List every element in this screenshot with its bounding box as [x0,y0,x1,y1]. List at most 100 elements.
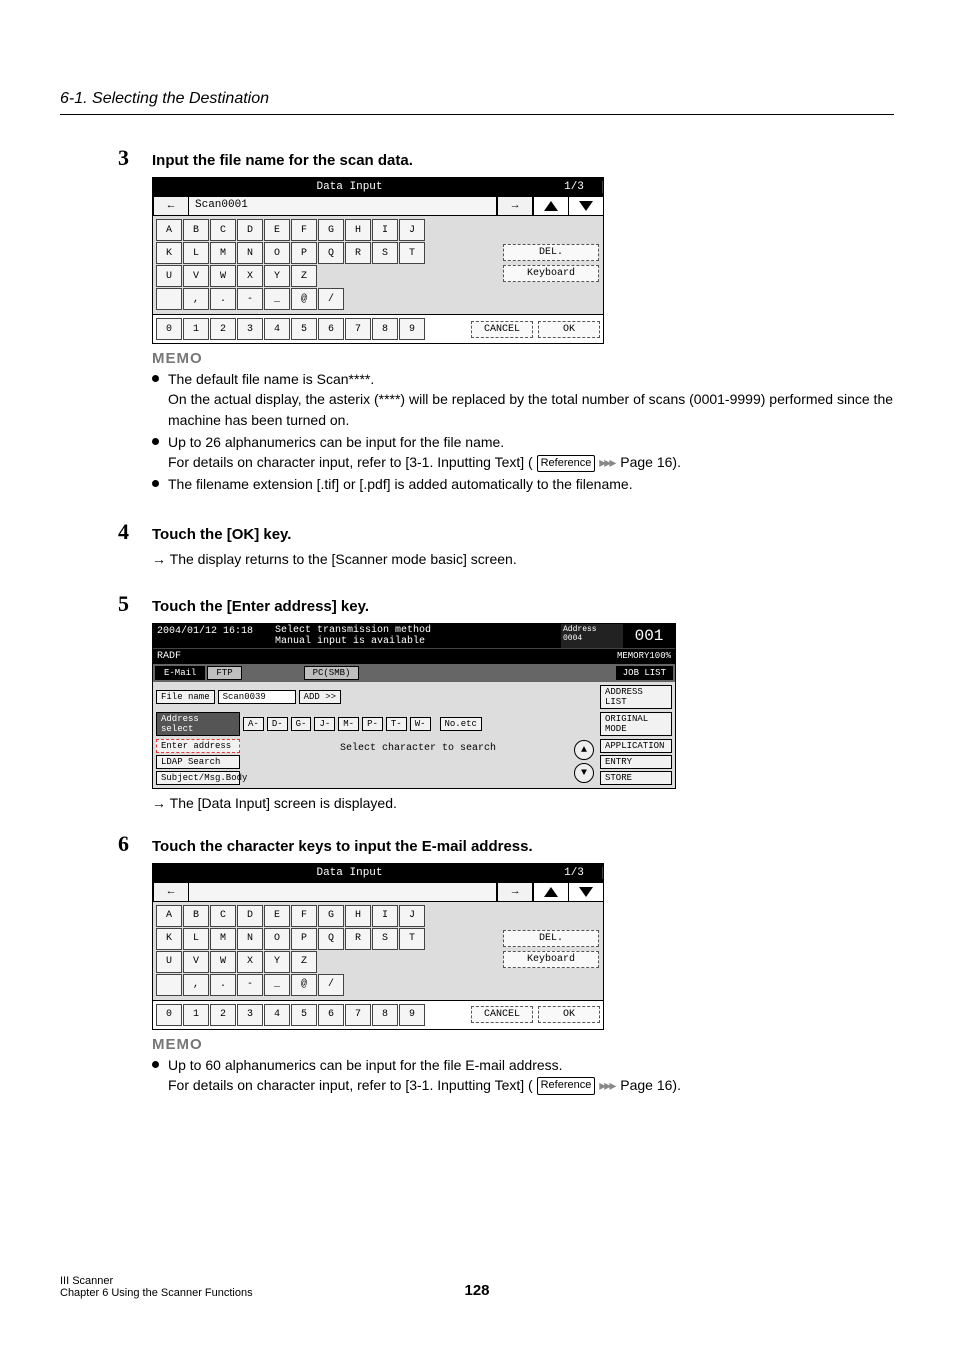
tab-ftp[interactable]: FTP [207,666,241,680]
key-d[interactable]: D [237,219,263,241]
key-y[interactable]: Y [264,265,290,287]
key-m[interactable]: M [210,928,236,950]
key-6[interactable]: 6 [318,318,344,340]
key-comma[interactable]: , [183,288,209,310]
key-7[interactable]: 7 [345,318,371,340]
key-9[interactable]: 9 [399,1004,425,1026]
key-i[interactable]: I [372,905,398,927]
key-space[interactable] [156,974,182,996]
key-dot[interactable]: . [210,974,236,996]
key-j[interactable]: J [399,219,425,241]
key-slash[interactable]: / [318,974,344,996]
key-1[interactable]: 1 [183,1004,209,1026]
key-z[interactable]: Z [291,265,317,287]
letter-key[interactable]: J- [314,717,335,731]
key-3[interactable]: 3 [237,318,263,340]
letter-key[interactable]: M- [338,717,359,731]
keyboard-button[interactable]: Keyboard [503,265,599,282]
keyboard-button[interactable]: Keyboard [503,951,599,968]
key-0[interactable]: 0 [156,1004,182,1026]
key-r[interactable]: R [345,242,371,264]
key-5[interactable]: 5 [291,1004,317,1026]
key-w[interactable]: W [210,265,236,287]
scroll-down-icon[interactable]: ▼ [574,763,594,783]
arrow-left[interactable]: ← [153,197,189,215]
entry-button[interactable]: ENTRY [600,755,672,769]
letter-key[interactable]: A- [243,717,264,731]
key-dash[interactable]: - [237,974,263,996]
key-l[interactable]: L [183,928,209,950]
key-m[interactable]: M [210,242,236,264]
key-h[interactable]: H [345,219,371,241]
key-x[interactable]: X [237,951,263,973]
key-s[interactable]: S [372,242,398,264]
key-dot[interactable]: . [210,288,236,310]
key-c[interactable]: C [210,219,236,241]
application-button[interactable]: APPLICATION [600,739,672,753]
key-i[interactable]: I [372,219,398,241]
tab-pcsmb[interactable]: PC(SMB) [304,666,360,680]
key-4[interactable]: 4 [264,1004,290,1026]
letter-key[interactable]: G- [291,717,312,731]
key-r[interactable]: R [345,928,371,950]
original-mode-button[interactable]: ORIGINAL MODE [600,712,672,736]
letter-key[interactable]: W- [410,717,431,731]
address-select-button[interactable]: Address select [156,712,240,736]
key-e[interactable]: E [264,219,290,241]
key-v[interactable]: V [183,265,209,287]
ldap-search-button[interactable]: LDAP Search [156,755,240,769]
del-button[interactable]: DEL. [503,244,599,261]
letter-key[interactable]: T- [386,717,407,731]
key-5[interactable]: 5 [291,318,317,340]
key-n[interactable]: N [237,242,263,264]
scroll-up-icon[interactable]: ▲ [574,740,594,760]
enter-address-button[interactable]: Enter address [156,739,240,753]
key-x[interactable]: X [237,265,263,287]
tab-email[interactable]: E-Mail [155,666,205,680]
key-k[interactable]: K [156,242,182,264]
no-etc-button[interactable]: No.etc [440,717,482,731]
cancel-button[interactable]: CANCEL [471,321,533,338]
key-k[interactable]: K [156,928,182,950]
filename-input[interactable]: Scan0001 [189,197,497,215]
key-f[interactable]: F [291,905,317,927]
address-input[interactable] [189,883,497,901]
key-o[interactable]: O [264,928,290,950]
key-h[interactable]: H [345,905,371,927]
key-p[interactable]: P [291,242,317,264]
key-underscore[interactable]: _ [264,288,290,310]
key-at[interactable]: @ [291,288,317,310]
key-b[interactable]: B [183,219,209,241]
key-q[interactable]: Q [318,242,344,264]
key-dash[interactable]: - [237,288,263,310]
job-list-button[interactable]: JOB LIST [616,666,673,680]
arrow-left[interactable]: ← [153,883,189,901]
down-icon[interactable] [568,197,603,215]
ok-button[interactable]: OK [538,1006,600,1023]
ok-button[interactable]: OK [538,321,600,338]
key-3[interactable]: 3 [237,1004,263,1026]
up-icon[interactable] [533,197,568,215]
key-y[interactable]: Y [264,951,290,973]
key-l[interactable]: L [183,242,209,264]
key-slash[interactable]: / [318,288,344,310]
key-4[interactable]: 4 [264,318,290,340]
key-g[interactable]: G [318,219,344,241]
key-8[interactable]: 8 [372,318,398,340]
key-w[interactable]: W [210,951,236,973]
key-a[interactable]: A [156,905,182,927]
subject-button[interactable]: Subject/Msg.Body [156,771,240,785]
store-button[interactable]: STORE [600,771,672,785]
key-6[interactable]: 6 [318,1004,344,1026]
key-space[interactable] [156,288,182,310]
down-icon[interactable] [568,883,603,901]
del-button[interactable]: DEL. [503,930,599,947]
key-t[interactable]: T [399,242,425,264]
key-8[interactable]: 8 [372,1004,398,1026]
cancel-button[interactable]: CANCEL [471,1006,533,1023]
address-list-button[interactable]: ADDRESS LIST [600,685,672,709]
key-1[interactable]: 1 [183,318,209,340]
key-q[interactable]: Q [318,928,344,950]
key-underscore[interactable]: _ [264,974,290,996]
key-d[interactable]: D [237,905,263,927]
